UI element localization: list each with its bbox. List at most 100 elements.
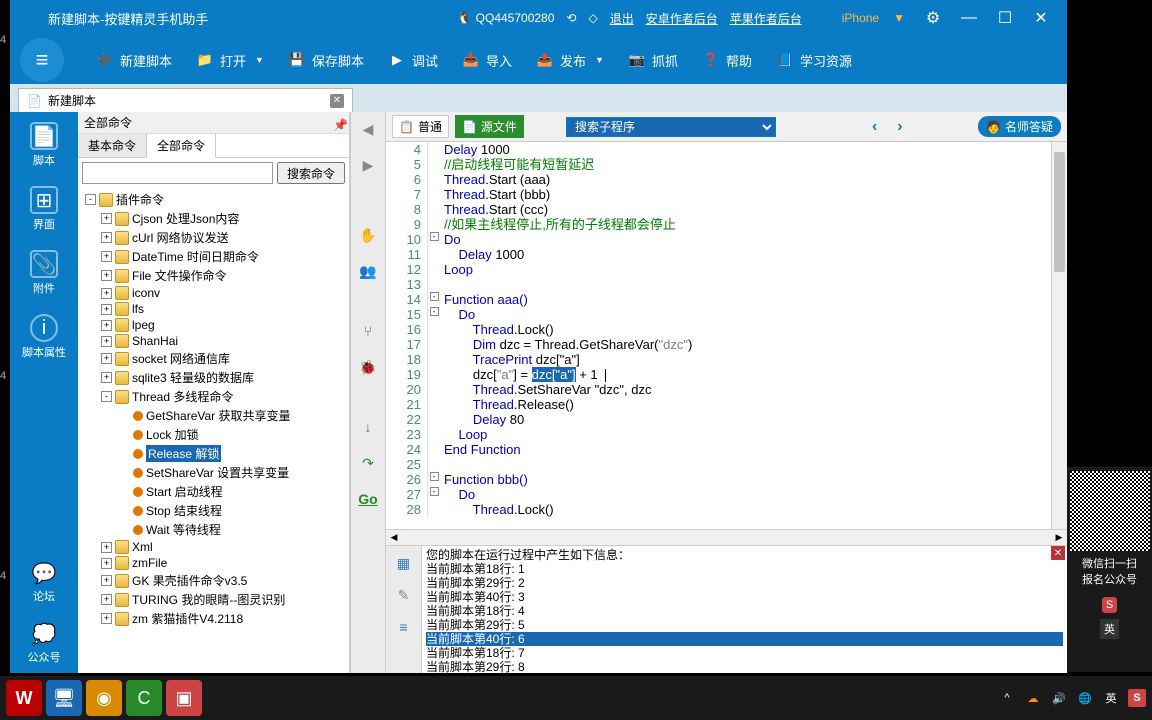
- task-app-4[interactable]: C: [126, 680, 162, 716]
- tree-item[interactable]: +GK 果壳插件命令v3.5: [82, 571, 345, 590]
- rail-script[interactable]: 📄脚本: [30, 122, 58, 168]
- tree-item[interactable]: +sqlite3 轻量级的数据库: [82, 368, 345, 387]
- tree-toggle-icon[interactable]: +: [101, 594, 112, 605]
- tree-item[interactable]: +ShanHai: [82, 333, 345, 349]
- code-editor[interactable]: 4Delay 10005//启动线程可能有短暂延迟6Thread.Start (…: [386, 142, 1051, 529]
- debug-button[interactable]: ▶调试: [376, 45, 450, 76]
- tree-item[interactable]: +TURING 我的眼睛--图灵识别: [82, 590, 345, 609]
- tree-item[interactable]: +DateTime 时间日期命令: [82, 247, 345, 266]
- rail-wechat[interactable]: 💭公众号: [28, 622, 61, 665]
- branch-icon[interactable]: ⑂: [357, 320, 379, 342]
- source-view-button[interactable]: 📄 源文件: [455, 115, 524, 138]
- console-line[interactable]: 当前脚本第29行: 8: [426, 660, 1063, 673]
- tab-basic-commands[interactable]: 基本命令: [78, 134, 147, 157]
- tree-item[interactable]: +Cjson 处理Json内容: [82, 209, 345, 228]
- maximize-button[interactable]: ☐: [987, 0, 1023, 36]
- tree-toggle-icon[interactable]: +: [101, 213, 112, 224]
- file-tab[interactable]: 📄 新建脚本 ✕: [18, 88, 353, 112]
- bug-icon[interactable]: 🐞: [357, 356, 379, 378]
- tree-item[interactable]: +socket 网络通信库: [82, 349, 345, 368]
- tree-toggle-icon[interactable]: +: [101, 575, 112, 586]
- console-line[interactable]: 当前脚本第40行: 6: [426, 632, 1063, 646]
- close-button[interactable]: ✕: [1023, 0, 1059, 36]
- tree-toggle-icon[interactable]: +: [101, 336, 112, 347]
- tree-item[interactable]: GetShareVar 获取共享变量: [82, 406, 345, 425]
- arrow-right-icon[interactable]: ▶: [357, 154, 379, 176]
- rail-attach[interactable]: 📎附件: [30, 250, 58, 296]
- command-search-button[interactable]: 搜索命令: [277, 162, 345, 184]
- tree-item[interactable]: -Thread 多线程命令: [82, 387, 345, 406]
- learn-button[interactable]: 📘学习资源: [764, 45, 864, 76]
- qq-info[interactable]: 🐧 QQ445700280: [457, 11, 555, 25]
- dropdown-icon[interactable]: ▼: [893, 11, 905, 25]
- scroll-thumb[interactable]: [1054, 152, 1065, 272]
- tree-toggle-icon[interactable]: +: [101, 353, 112, 364]
- tray-net-icon[interactable]: 🌐: [1076, 689, 1094, 707]
- tray-sound-icon[interactable]: 🔊: [1050, 689, 1068, 707]
- go-button[interactable]: Go: [357, 488, 379, 510]
- step-icon[interactable]: ↓: [357, 416, 379, 438]
- tree-item[interactable]: +Xml: [82, 539, 345, 555]
- pin-icon[interactable]: 📌: [333, 118, 343, 128]
- console-line[interactable]: 当前脚本第18行: 1: [426, 562, 1063, 576]
- tree-toggle-icon[interactable]: +: [101, 270, 112, 281]
- console-close-button[interactable]: ✕: [1051, 546, 1065, 560]
- group-icon[interactable]: 👥: [357, 260, 379, 282]
- rail-forum[interactable]: 💬论坛: [32, 561, 57, 604]
- tree-item[interactable]: Lock 加锁: [82, 425, 345, 444]
- tree-item[interactable]: +cUrl 网络协议发送: [82, 228, 345, 247]
- console-list-icon[interactable]: ≡: [393, 616, 415, 638]
- tree-item[interactable]: +zm 紫猫插件V4.2118: [82, 609, 345, 628]
- task-app-2[interactable]: 🖥: [46, 680, 82, 716]
- rail-props[interactable]: i脚本属性: [22, 314, 66, 360]
- tree-toggle-icon[interactable]: -: [85, 194, 96, 205]
- main-menu-button[interactable]: ≡: [20, 38, 64, 82]
- sync-icon[interactable]: ⟲: [566, 11, 576, 25]
- scroll-right-icon[interactable]: ▶: [1051, 530, 1067, 545]
- tree-toggle-icon[interactable]: +: [101, 542, 112, 553]
- task-app-5[interactable]: ▣: [166, 680, 202, 716]
- nav-prev-button[interactable]: ‹: [872, 118, 877, 136]
- tree-toggle-icon[interactable]: +: [101, 558, 112, 569]
- publish-button[interactable]: 📤发布▼: [524, 45, 616, 76]
- new-script-button[interactable]: ➕新建脚本: [84, 45, 184, 76]
- help-button[interactable]: ❓帮助: [690, 45, 764, 76]
- vertical-scrollbar[interactable]: [1051, 142, 1067, 529]
- tree-item[interactable]: +File 文件操作命令: [82, 266, 345, 285]
- console-line[interactable]: 当前脚本第29行: 5: [426, 618, 1063, 632]
- tree-item[interactable]: Start 启动线程: [82, 482, 345, 501]
- tab-all-commands[interactable]: 全部命令: [147, 134, 216, 158]
- normal-view-button[interactable]: 📋 普通: [392, 115, 449, 138]
- diamond-icon[interactable]: ◇: [588, 11, 597, 25]
- import-button[interactable]: 📥导入: [450, 45, 524, 76]
- save-button[interactable]: 💾保存脚本: [276, 45, 376, 76]
- android-backend-link[interactable]: 安卓作者后台: [646, 10, 718, 27]
- arrow-left-icon[interactable]: ◀: [357, 118, 379, 140]
- rail-ui[interactable]: ⊞界面: [30, 186, 58, 232]
- command-search-input[interactable]: [82, 162, 273, 184]
- tree-toggle-icon[interactable]: +: [101, 372, 112, 383]
- tray-sogou[interactable]: S: [1128, 689, 1146, 707]
- close-tab-button[interactable]: ✕: [330, 94, 344, 108]
- tree-item[interactable]: -插件命令: [82, 190, 345, 209]
- tree-item[interactable]: Stop 结束线程: [82, 501, 345, 520]
- tree-toggle-icon[interactable]: +: [101, 304, 112, 315]
- tray-ime[interactable]: 英: [1102, 689, 1120, 707]
- task-app-1[interactable]: W: [6, 680, 42, 716]
- tree-toggle-icon[interactable]: +: [101, 288, 112, 299]
- tree-toggle-icon[interactable]: +: [101, 232, 112, 243]
- tree-toggle-icon[interactable]: -: [101, 391, 112, 402]
- nav-next-button[interactable]: ›: [897, 118, 902, 136]
- tree-item[interactable]: +zmFile: [82, 555, 345, 571]
- step-over-icon[interactable]: ↷: [357, 452, 379, 474]
- tree-toggle-icon[interactable]: +: [101, 613, 112, 624]
- tree-toggle-icon[interactable]: +: [101, 320, 112, 331]
- sub-search-combo[interactable]: 搜索子程序: [566, 117, 776, 137]
- console-line[interactable]: 当前脚本第40行: 3: [426, 590, 1063, 604]
- console-line[interactable]: 当前脚本第29行: 2: [426, 576, 1063, 590]
- tree-item[interactable]: Release 解锁: [82, 444, 345, 463]
- tray-cloud-icon[interactable]: ☁: [1024, 689, 1042, 707]
- tree-item[interactable]: Wait 等待线程: [82, 520, 345, 539]
- horizontal-scrollbar[interactable]: ◀ ▶: [386, 529, 1067, 545]
- tree-item[interactable]: +lfs: [82, 301, 345, 317]
